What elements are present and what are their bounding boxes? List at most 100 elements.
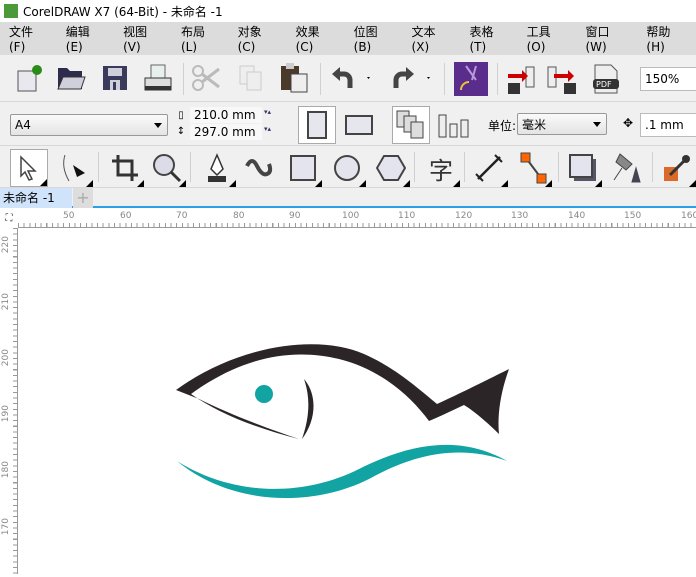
menu-bitmaps[interactable]: 位图(B) (345, 23, 389, 54)
artistic-media-icon[interactable] (240, 149, 278, 187)
menu-text[interactable]: 文本(X) (403, 23, 447, 54)
ruler-label: 50 (63, 211, 75, 221)
ruler-label: 120 (455, 211, 473, 221)
unit-dropdown[interactable]: 毫米 (517, 113, 607, 135)
width-spinner[interactable]: ▾▴ (264, 108, 271, 116)
ruler-origin-icon[interactable]: ⛶ (0, 210, 18, 228)
menu-edit[interactable]: 编辑(E) (57, 23, 100, 54)
ruler-label: 140 (568, 211, 586, 221)
ruler-label: 100 (342, 211, 360, 221)
connector-tool-icon[interactable] (514, 149, 552, 187)
all-pages-icon[interactable] (392, 106, 430, 144)
drop-shadow-tool-icon[interactable] (564, 149, 602, 187)
redo-icon[interactable] (390, 65, 434, 93)
ruler-label: 200 (1, 349, 11, 367)
rectangle-tool-icon[interactable] (284, 149, 322, 187)
page-size-value: A4 (15, 118, 31, 132)
ellipse-tool-icon[interactable] (328, 149, 366, 187)
chevron-down-icon (154, 123, 162, 128)
landscape-icon[interactable] (340, 106, 378, 144)
menu-bar: 文件(F) 编辑(E) 视图(V) 布局(L) 对象(C) 效果(C) 位图(B… (0, 22, 696, 55)
page-width-field[interactable]: 210.0 mm (190, 107, 262, 123)
pen-tool-icon[interactable] (198, 149, 236, 187)
ruler-label: 160 (681, 211, 696, 221)
ruler-label: 150 (624, 211, 642, 221)
add-tab-button[interactable]: + (73, 188, 93, 208)
shape-tool-icon[interactable] (55, 149, 93, 187)
ruler-label: 210 (1, 293, 11, 311)
import-icon[interactable] (505, 63, 539, 95)
crop-tool-icon[interactable] (106, 149, 144, 187)
fish-body-outline (176, 344, 509, 439)
transparency-tool-icon[interactable] (608, 149, 646, 187)
export-icon[interactable] (545, 63, 579, 95)
menu-window[interactable]: 窗口(W) (576, 23, 623, 54)
publish-pdf-icon[interactable]: PDF (590, 63, 624, 95)
fish-logo[interactable] (19, 229, 696, 574)
menu-tools[interactable]: 工具(O) (518, 23, 563, 54)
menu-file[interactable]: 文件(F) (0, 23, 43, 54)
copy-icon[interactable] (236, 63, 266, 93)
ruler-label: 110 (398, 211, 416, 221)
open-folder-icon[interactable] (56, 63, 86, 93)
menu-layout[interactable]: 布局(L) (172, 23, 215, 54)
coreldraw-logo-icon (4, 4, 18, 18)
new-document-icon[interactable] (14, 63, 44, 93)
zoom-value: 150% (645, 72, 680, 86)
cut-icon[interactable] (190, 63, 222, 93)
height-spinner[interactable]: ▾▴ (264, 125, 271, 133)
window-title: CorelDRAW X7 (64-Bit) - 未命名 -1 (23, 4, 223, 19)
nudge-icon: ✥ (622, 116, 634, 130)
page-width-value: 210.0 mm (194, 108, 256, 122)
unit-value: 毫米 (522, 117, 547, 132)
current-page-icon[interactable] (436, 106, 472, 144)
menu-table[interactable]: 表格(T) (460, 23, 503, 54)
ruler-label: 90 (289, 211, 301, 221)
menu-view[interactable]: 视图(V) (114, 23, 158, 54)
title-bar: CorelDRAW X7 (64-Bit) - 未命名 -1 (0, 0, 696, 22)
fish-eye (255, 385, 273, 403)
horizontal-ruler[interactable]: 50 60 70 80 90 100 110 120 130 140 150 1… (18, 210, 696, 228)
toolbox: 字 (0, 146, 696, 188)
ruler-label: 170 (1, 518, 11, 536)
menu-help[interactable]: 帮助(H) (637, 23, 682, 54)
print-icon[interactable] (142, 63, 174, 93)
ruler-label: 130 (511, 211, 529, 221)
page-width-icon: ▯ (178, 109, 184, 121)
unit-label: 单位: (488, 119, 517, 133)
corel-connect-icon[interactable] (454, 62, 488, 96)
undo-icon[interactable] (330, 65, 374, 93)
ruler-label: 60 (120, 211, 132, 221)
vertical-ruler[interactable]: 220 210 200 190 180 170 (0, 228, 18, 574)
dimension-tool-icon[interactable] (470, 149, 508, 187)
fish-wave (177, 444, 507, 499)
page-height-field[interactable]: 297.0 mm (190, 124, 262, 140)
pick-tool-icon[interactable] (10, 149, 48, 187)
text-tool-glyph: 字 (429, 156, 453, 185)
nudge-value: .1 mm (645, 118, 684, 132)
zoom-tool-icon[interactable] (148, 149, 186, 187)
menu-object[interactable]: 对象(C) (229, 23, 273, 54)
standard-toolbar: PDF 150% (0, 55, 696, 102)
chevron-down-icon (593, 122, 601, 127)
drawing-canvas[interactable] (19, 229, 696, 574)
page-size-dropdown[interactable]: A4 (10, 114, 168, 136)
page-height-icon: ↕ (176, 125, 186, 137)
nudge-distance-field[interactable]: .1 mm (640, 113, 696, 137)
tab-document[interactable]: 未命名 -1 (0, 188, 72, 208)
svg-text:PDF: PDF (596, 80, 612, 89)
eyedropper-tool-icon[interactable] (658, 149, 696, 187)
ruler-label: 180 (1, 461, 11, 479)
menu-effects[interactable]: 效果(C) (287, 23, 331, 54)
property-bar: A4 ▯ 210.0 mm ▾▴ ↕ 297.0 mm ▾▴ 单位: 毫米 ✥ … (0, 102, 696, 146)
paste-icon[interactable] (278, 61, 310, 95)
zoom-level-field[interactable]: 150% (640, 67, 696, 91)
ruler-label: 220 (1, 236, 11, 254)
text-tool-icon[interactable]: 字 (422, 149, 460, 187)
portrait-icon[interactable] (298, 106, 336, 144)
fish-gill (302, 379, 314, 439)
ruler-label: 80 (233, 211, 245, 221)
polygon-tool-icon[interactable] (372, 149, 410, 187)
page-height-value: 297.0 mm (194, 125, 256, 139)
save-icon[interactable] (100, 63, 130, 93)
